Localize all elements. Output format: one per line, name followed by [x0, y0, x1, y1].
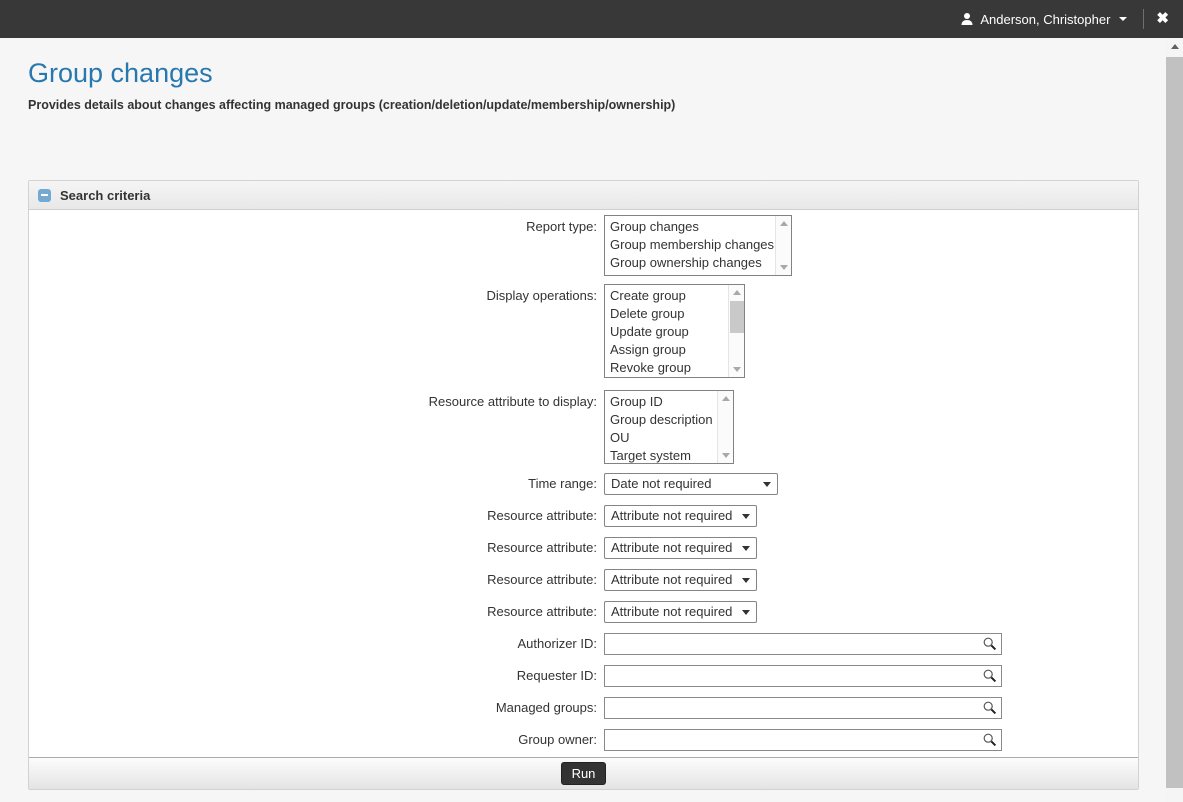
list-option[interactable]: Assign group — [605, 341, 744, 359]
group-owner-label: Group owner: — [29, 729, 597, 751]
time-range-select[interactable]: Date not required — [604, 473, 778, 495]
time-range-value: Date not required — [611, 476, 711, 491]
authorizer-id-label: Authorizer ID: — [29, 633, 597, 655]
group-owner-row: Group owner: — [29, 729, 1138, 751]
resource-attribute-row-2: Resource attribute: Attribute not requir… — [29, 537, 1138, 559]
list-option[interactable]: Revoke group — [605, 359, 744, 377]
scroll-down-icon[interactable] — [733, 367, 741, 372]
display-operations-listbox[interactable]: Create groupDelete groupUpdate groupAssi… — [604, 284, 745, 378]
resource-attribute-label: Resource attribute: — [29, 569, 597, 591]
scroll-down-icon[interactable] — [722, 453, 730, 458]
managed-groups-label: Managed groups: — [29, 697, 597, 719]
group-owner-input[interactable] — [604, 729, 1002, 751]
requester-id-input[interactable] — [604, 665, 1002, 687]
search-icon[interactable] — [983, 733, 997, 747]
resource-attribute-label: Resource attribute: — [29, 505, 597, 527]
managed-groups-row: Managed groups: — [29, 697, 1138, 719]
resource-attribute-select-2[interactable]: Attribute not required — [604, 537, 757, 559]
page-subtitle: Provides details about changes affecting… — [28, 98, 675, 112]
close-icon[interactable]: ✖ — [1156, 0, 1169, 38]
display-operations-label: Display operations: — [29, 284, 597, 378]
scroll-up-icon[interactable] — [780, 221, 788, 226]
managed-groups-input[interactable] — [604, 697, 1002, 719]
list-option[interactable]: Target system — [605, 447, 733, 464]
page-title: Group changes — [28, 58, 213, 89]
list-option[interactable]: Delete group — [605, 305, 744, 323]
user-name: Anderson, Christopher — [980, 12, 1110, 27]
resource-attribute-value: Attribute not required — [611, 604, 732, 619]
resource-attribute-row-3: Resource attribute: Attribute not requir… — [29, 569, 1138, 591]
requester-id-label: Requester ID: — [29, 665, 597, 687]
report-type-row: Report type: Group changesGroup membersh… — [29, 215, 1138, 276]
authorizer-id-input[interactable] — [604, 633, 1002, 655]
chevron-down-icon — [1119, 17, 1127, 21]
scroll-up-icon[interactable] — [733, 290, 741, 295]
dropdown-arrow-icon — [742, 578, 750, 583]
search-criteria-body: Report type: Group changesGroup membersh… — [29, 210, 1138, 757]
resource-attribute-value: Attribute not required — [611, 572, 732, 587]
dropdown-arrow-icon — [763, 482, 771, 487]
search-criteria-panel: Search criteria Report type: Group chang… — [28, 180, 1139, 790]
resource-attribute-label: Resource attribute: — [29, 601, 597, 623]
resource-attribute-value: Attribute not required — [611, 540, 732, 555]
resource-attribute-row-1: Resource attribute: Attribute not requir… — [29, 505, 1138, 527]
search-icon[interactable] — [983, 669, 997, 683]
resource-attribute-display-listbox[interactable]: Group IDGroup descriptionOUTarget system — [604, 390, 734, 464]
resource-attribute-row-4: Resource attribute: Attribute not requir… — [29, 601, 1138, 623]
report-type-label: Report type: — [29, 215, 597, 276]
panel-footer: Run — [29, 757, 1138, 789]
run-button[interactable]: Run — [561, 762, 607, 785]
user-menu[interactable]: Anderson, Christopher — [956, 0, 1131, 38]
resource-attribute-display-label: Resource attribute to display: — [29, 390, 597, 464]
dropdown-arrow-icon — [742, 514, 750, 519]
list-option[interactable]: Group ID — [605, 393, 733, 411]
user-icon — [960, 12, 974, 26]
scroll-down-icon[interactable] — [780, 265, 788, 270]
list-option[interactable]: Create group — [605, 287, 744, 305]
page: { "colors": { "topbar_bg": "#383838", "t… — [0, 0, 1183, 802]
topbar: Anderson, Christopher ✖ — [0, 0, 1183, 38]
list-option[interactable]: OU — [605, 429, 733, 447]
search-criteria-header[interactable]: Search criteria — [29, 181, 1138, 210]
page-scrollbar[interactable] — [1166, 38, 1183, 802]
list-option[interactable]: Group changes — [605, 218, 791, 236]
time-range-row: Time range: Date not required — [29, 473, 1138, 495]
resource-attribute-value: Attribute not required — [611, 508, 732, 523]
scrollbar-thumb[interactable] — [1166, 57, 1183, 788]
resource-attribute-display-row: Resource attribute to display: Group IDG… — [29, 390, 1138, 464]
resource-attribute-select-1[interactable]: Attribute not required — [604, 505, 757, 527]
list-option[interactable]: Group ownership changes — [605, 254, 791, 272]
dropdown-arrow-icon — [742, 546, 750, 551]
report-type-listbox[interactable]: Group changesGroup membership changesGro… — [604, 215, 792, 276]
scroll-up-icon[interactable] — [722, 396, 730, 401]
list-option[interactable]: Group description — [605, 411, 733, 429]
listbox-scrollbar[interactable] — [775, 216, 791, 275]
topbar-separator — [1143, 9, 1144, 29]
search-icon[interactable] — [983, 701, 997, 715]
resource-attribute-select-4[interactable]: Attribute not required — [604, 601, 757, 623]
scrollbar-thumb[interactable] — [730, 301, 744, 333]
resource-attribute-label: Resource attribute: — [29, 537, 597, 559]
requester-id-row: Requester ID: — [29, 665, 1138, 687]
authorizer-id-row: Authorizer ID: — [29, 633, 1138, 655]
resource-attribute-select-3[interactable]: Attribute not required — [604, 569, 757, 591]
search-icon[interactable] — [983, 637, 997, 651]
scroll-up-icon[interactable] — [1171, 44, 1179, 49]
list-option[interactable]: Group membership changes — [605, 236, 791, 254]
search-criteria-title: Search criteria — [60, 188, 150, 203]
listbox-scrollbar[interactable] — [728, 285, 744, 377]
listbox-scrollbar[interactable] — [717, 391, 733, 463]
time-range-label: Time range: — [29, 473, 597, 495]
display-operations-row: Display operations: Create groupDelete g… — [29, 284, 1138, 378]
list-option[interactable]: Update group — [605, 323, 744, 341]
dropdown-arrow-icon — [742, 610, 750, 615]
collapse-icon[interactable] — [38, 189, 51, 202]
